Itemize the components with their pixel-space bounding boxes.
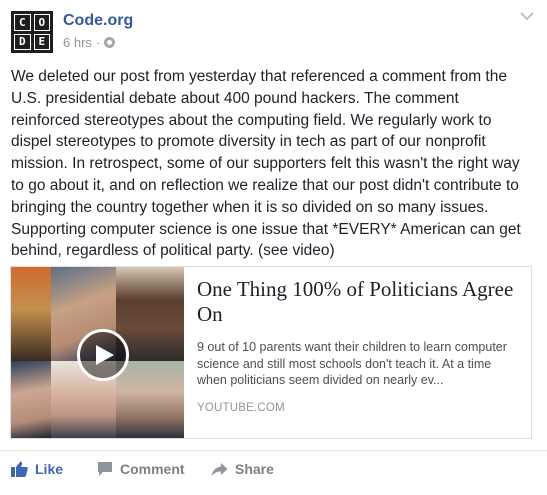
- video-thumbnail[interactable]: [11, 267, 184, 438]
- comment-icon: [98, 462, 112, 476]
- post-meta: 6 hrs ·: [63, 35, 116, 50]
- page-logo[interactable]: C O D E: [11, 11, 53, 53]
- thumbnail-face: [11, 361, 51, 438]
- comment-button[interactable]: Comment: [97, 461, 185, 477]
- post-actions-bar: Like Comment Share: [0, 450, 547, 495]
- globe-icon[interactable]: [104, 37, 116, 48]
- thumbnail-face: [116, 361, 184, 438]
- comment-label: Comment: [120, 461, 185, 477]
- chevron-down-icon[interactable]: [520, 11, 534, 21]
- page-name-link[interactable]: Code.org: [63, 12, 133, 30]
- meta-separator: ·: [95, 35, 101, 50]
- like-label: Like: [35, 461, 64, 477]
- link-description: 9 out of 10 parents want their children …: [197, 340, 507, 387]
- link-source: YOUTUBE.COM: [197, 401, 285, 414]
- link-preview-card[interactable]: One Thing 100% of Politicians Agree On 9…: [10, 266, 532, 439]
- share-button[interactable]: Share: [211, 461, 274, 477]
- like-button[interactable]: Like: [11, 461, 63, 477]
- logo-letter: E: [33, 33, 50, 50]
- share-icon: [211, 462, 228, 476]
- thumbs-up-icon: [11, 461, 28, 477]
- link-preview-body[interactable]: One Thing 100% of Politicians Agree On 9…: [184, 267, 531, 438]
- link-title[interactable]: One Thing 100% of Politicians Agree On: [197, 277, 519, 327]
- thumbnail-face: [11, 267, 51, 361]
- facebook-post: C O D E Code.org 6 hrs · We deleted our …: [0, 0, 547, 495]
- share-label: Share: [235, 461, 274, 477]
- post-text: We deleted our post from yesterday that …: [11, 68, 521, 260]
- post-timestamp[interactable]: 6 hrs: [63, 35, 92, 50]
- logo-letter: D: [14, 33, 31, 50]
- play-icon[interactable]: [77, 329, 129, 381]
- logo-letter: C: [14, 14, 31, 31]
- logo-letter: O: [33, 14, 50, 31]
